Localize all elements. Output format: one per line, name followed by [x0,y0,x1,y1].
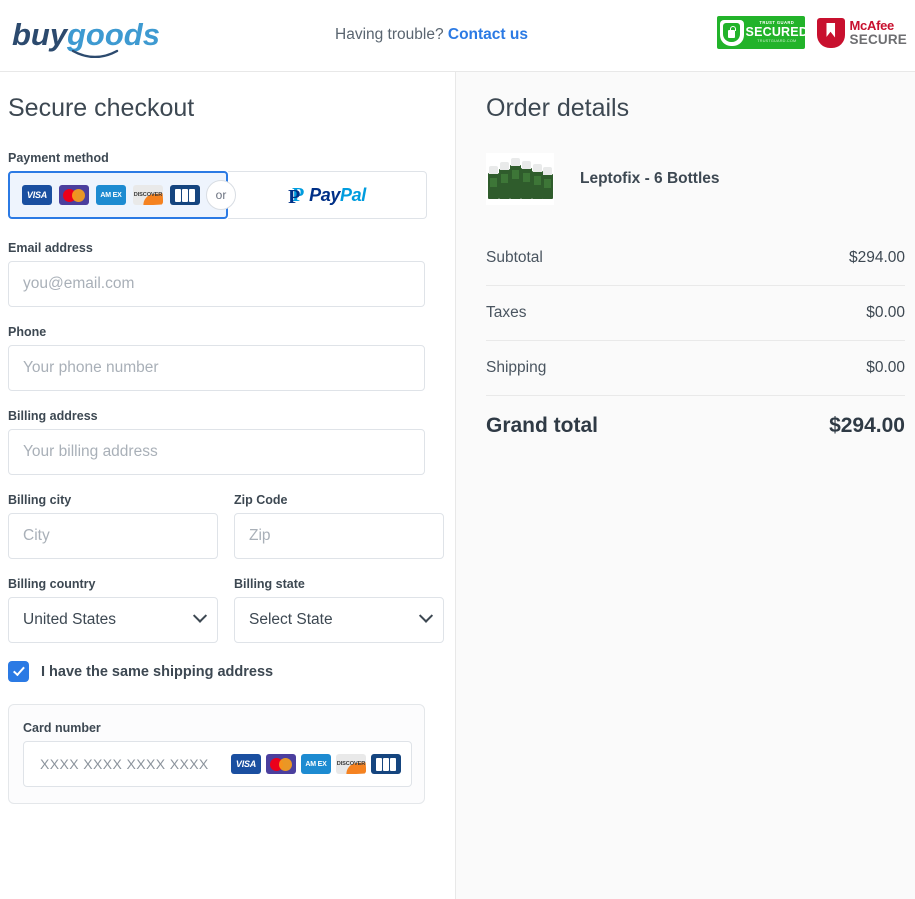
padlock-shield-icon [719,19,744,46]
mastercard-icon [59,185,89,205]
card-details-panel: Card number XXXX XXXX XXXX XXXX VISA AM … [8,704,425,804]
or-divider: or [206,180,236,210]
page-header: buy goods Having trouble? Contact us TRU… [0,0,915,72]
logo-text-buy: buy [12,17,69,52]
same-shipping-address-row[interactable]: I have the same shipping address [8,661,455,682]
discover-icon: DISCOVER [336,754,366,774]
trouble-label: Having trouble? [335,26,444,43]
card-number-input[interactable]: XXXX XXXX XXXX XXXX VISA AM EX DISCOVER [23,741,412,787]
billing-state-value: Select State [249,611,333,628]
logo-text-goods: goods [66,17,160,52]
zip-code-input[interactable]: Zip [234,513,444,559]
phone-label: Phone [8,325,47,339]
billing-city-label: Billing city [8,493,72,507]
same-shipping-label: I have the same shipping address [41,663,274,680]
chevron-down-icon [192,608,208,623]
billing-city-input[interactable]: City [8,513,218,559]
billing-address-field-block: Billing address Your billing address [8,409,455,475]
email-input[interactable]: you@email.com [8,261,425,307]
visa-icon: VISA [22,185,52,205]
product-name: Leptofix - 6 Bottles [580,170,720,187]
shipping-label: Shipping [486,359,547,376]
paypal-mark-icon: PP [288,183,305,208]
page-body: Secure checkout Payment method VISA AM E… [0,72,915,899]
order-product-row: Leptofix - 6 Bottles [486,153,905,205]
paypal-text-pal: Pal [340,184,366,205]
zip-code-label: Zip Code [234,493,288,507]
phone-input[interactable]: Your phone number [8,345,425,391]
order-line-shipping: Shipping $0.00 [486,341,905,396]
city-zip-row: Billing city City Zip Code Zip [8,493,455,559]
paypal-text-pay: Pay [309,184,340,205]
billing-address-input[interactable]: Your billing address [8,429,425,475]
billing-state-label: Billing state [234,577,305,591]
card-number-label: Card number [23,721,101,735]
mcafee-secure-badge: McAfee SECURE [816,17,907,48]
trustguard-main-text: SECURED [745,25,809,40]
same-shipping-checkbox[interactable] [8,661,29,682]
page-title: Secure checkout [8,94,195,122]
trust-badges: TRUST GUARD SECURED TRUSTGUARD.COM McAfe… [716,16,907,49]
order-details-column: Order details Leptofix - 6 Bottles Subto… [455,72,915,899]
billing-state-select[interactable]: Select State [234,597,444,643]
payment-method-label: Payment method [8,151,109,165]
discover-icon: DISCOVER [133,185,163,205]
payment-method-selector: VISA AM EX DISCOVER or PP PayPal [8,171,427,219]
billing-country-label: Billing country [8,577,96,591]
mastercard-icon [266,754,296,774]
subtotal-amount: $294.00 [848,249,905,266]
support-text: Having trouble? Contact us [335,26,528,44]
mcafee-secure-text: SECURE [849,31,907,47]
mcafee-name-text: McAfee [849,17,895,33]
subtotal-label: Subtotal [486,249,543,266]
checkout-form-column: Secure checkout Payment method VISA AM E… [0,72,455,899]
email-label: Email address [8,241,93,255]
taxes-label: Taxes [486,304,527,321]
order-line-taxes: Taxes $0.00 [486,286,905,341]
phone-field-block: Phone Your phone number [8,325,455,391]
amex-icon: AM EX [301,754,331,774]
buygoods-logo[interactable]: buy goods [10,14,170,59]
billing-city-field-block: Billing city City [8,493,218,559]
billing-country-value: United States [23,611,117,628]
logo-svg: buy goods [12,17,160,59]
country-state-row: Billing country United States Billing st… [8,577,455,643]
email-field-block: Email address you@email.com [8,241,455,307]
taxes-amount: $0.00 [866,304,905,321]
shipping-amount: $0.00 [866,359,905,376]
zip-code-field-block: Zip Code Zip [234,493,444,559]
paypal-logo: PP PayPal [288,183,366,208]
card-number-placeholder: XXXX XXXX XXXX XXXX [40,756,209,772]
mcafee-shield-icon [816,17,845,48]
payment-option-paypal[interactable]: PP PayPal [228,171,427,219]
card-brand-icons: VISA AM EX DISCOVER [231,754,401,774]
billing-state-field-block: Billing state Select State [234,577,444,643]
billing-country-field-block: Billing country United States [8,577,218,643]
visa-icon: VISA [231,754,261,774]
payment-option-credit-card[interactable]: VISA AM EX DISCOVER [8,171,228,219]
order-grand-total-row: Grand total $294.00 [486,396,905,456]
order-line-subtotal: Subtotal $294.00 [486,231,905,286]
product-thumbnail [486,153,554,205]
trustguard-domain-text: TRUSTGUARD.COM [757,38,797,43]
trustguard-secured-badge: TRUST GUARD SECURED TRUSTGUARD.COM [716,16,808,49]
jcb-icon [371,754,401,774]
amex-icon: AM EX [96,185,126,205]
billing-address-label: Billing address [8,409,98,423]
grand-total-label: Grand total [486,414,599,437]
order-details-title: Order details [486,94,630,122]
chevron-down-icon [418,608,434,623]
jcb-icon [170,185,200,205]
billing-country-select[interactable]: United States [8,597,218,643]
contact-us-link[interactable]: Contact us [448,26,528,43]
grand-total-amount: $294.00 [829,414,905,437]
